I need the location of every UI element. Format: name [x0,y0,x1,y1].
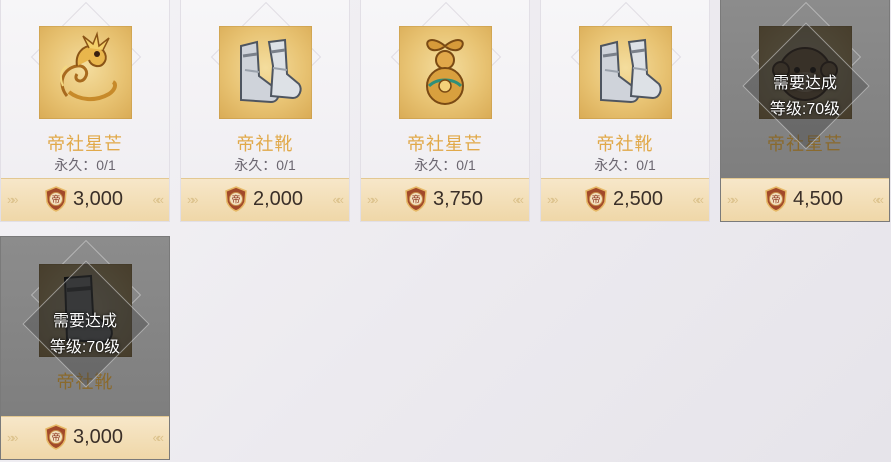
item-name: 帝社星芒 [47,134,123,154]
svg-text:帝: 帝 [411,194,420,206]
item-price: 2,000 [253,188,304,210]
chevron-deco-icon: »» [547,192,559,207]
chevron-deco-icon: «« [872,192,885,207]
purchase-limit: 永久：0/1 [234,157,296,173]
shop-item-grid: 帝社星芒 永久：0/1 »» 帝 3,000 «« 帝社靴 永久：0/1 »» … [0,0,891,462]
shop-item-card-locked[interactable]: 帝社星芒 需要达成 等级:70级 »» 帝 4,500 «« [720,0,890,222]
shop-item-card[interactable]: 帝社靴 永久：0/1 »» 帝 2,500 «« [540,0,710,222]
shop-item-card-locked[interactable]: 帝社靴 需要达成 等级:70级 »» 帝 3,000 «« [0,236,170,460]
di-coin-icon: 帝 [585,186,607,212]
item-name: 帝社靴 [236,134,294,154]
price-bar[interactable]: »» 帝 3,000 «« [1,178,169,221]
shop-item-card[interactable]: 帝社星芒 永久：0/1 »» 帝 3,000 «« [0,0,170,222]
golden-gourd-icon [426,39,464,105]
item-price: 3,000 [73,426,124,448]
chevron-deco-icon: «« [692,192,705,207]
item-name: 帝社靴 [596,134,654,154]
level-lock-overlay: 需要达成 等级:70级 [1,237,169,419]
item-icon-frame [399,26,492,119]
item-icon-frame [39,26,132,119]
silver-boots-icon [240,38,302,104]
requirement-level-text: 等级:70级 [49,339,121,356]
di-coin-icon: 帝 [405,186,427,212]
chevron-deco-icon: »» [7,192,19,207]
shop-item-card[interactable]: 帝社星芒 永久：0/1 »» 帝 3,750 «« [360,0,530,222]
item-price: 4,500 [793,188,844,210]
price-bar[interactable]: »» 帝 4,500 «« [721,178,889,221]
price-bar[interactable]: »» 帝 3,750 «« [361,178,529,221]
chevron-deco-icon: »» [727,192,739,207]
svg-text:帝: 帝 [51,432,60,444]
chevron-deco-icon: »» [367,192,379,207]
requirement-text: 需要达成 [52,313,117,330]
item-price: 3,000 [73,188,124,210]
item-price: 2,500 [613,188,664,210]
di-coin-icon: 帝 [225,186,247,212]
di-coin-icon: 帝 [765,186,787,212]
purchase-limit: 永久：0/1 [594,157,656,173]
chevron-deco-icon: »» [187,192,199,207]
purchase-limit: 永久：0/1 [414,157,476,173]
shop-item-card[interactable]: 帝社靴 永久：0/1 »» 帝 2,000 «« [180,0,350,222]
svg-text:帝: 帝 [231,194,240,206]
chevron-deco-icon: «« [512,192,525,207]
requirement-text: 需要达成 [772,75,837,92]
svg-text:帝: 帝 [51,194,60,206]
silver-boots-icon [600,38,662,104]
di-coin-icon: 帝 [45,424,67,450]
item-price: 3,750 [433,188,484,210]
requirement-level-text: 等级:70级 [769,101,841,118]
level-lock-overlay: 需要达成 等级:70级 [721,0,889,181]
price-bar[interactable]: »» 帝 3,000 «« [1,416,169,459]
chevron-deco-icon: «« [152,430,165,445]
purchase-limit: 永久：0/1 [54,157,116,173]
item-icon-frame [579,26,672,119]
svg-text:帝: 帝 [591,194,600,206]
svg-text:帝: 帝 [771,194,780,206]
chevron-deco-icon: »» [7,430,19,445]
chevron-deco-icon: «« [332,192,345,207]
item-name: 帝社星芒 [407,134,483,154]
price-bar[interactable]: »» 帝 2,500 «« [541,178,709,221]
item-icon-frame [219,26,312,119]
golden-dragon-icon [59,31,118,101]
di-coin-icon: 帝 [45,186,67,212]
chevron-deco-icon: «« [152,192,165,207]
price-bar[interactable]: »» 帝 2,000 «« [181,178,349,221]
